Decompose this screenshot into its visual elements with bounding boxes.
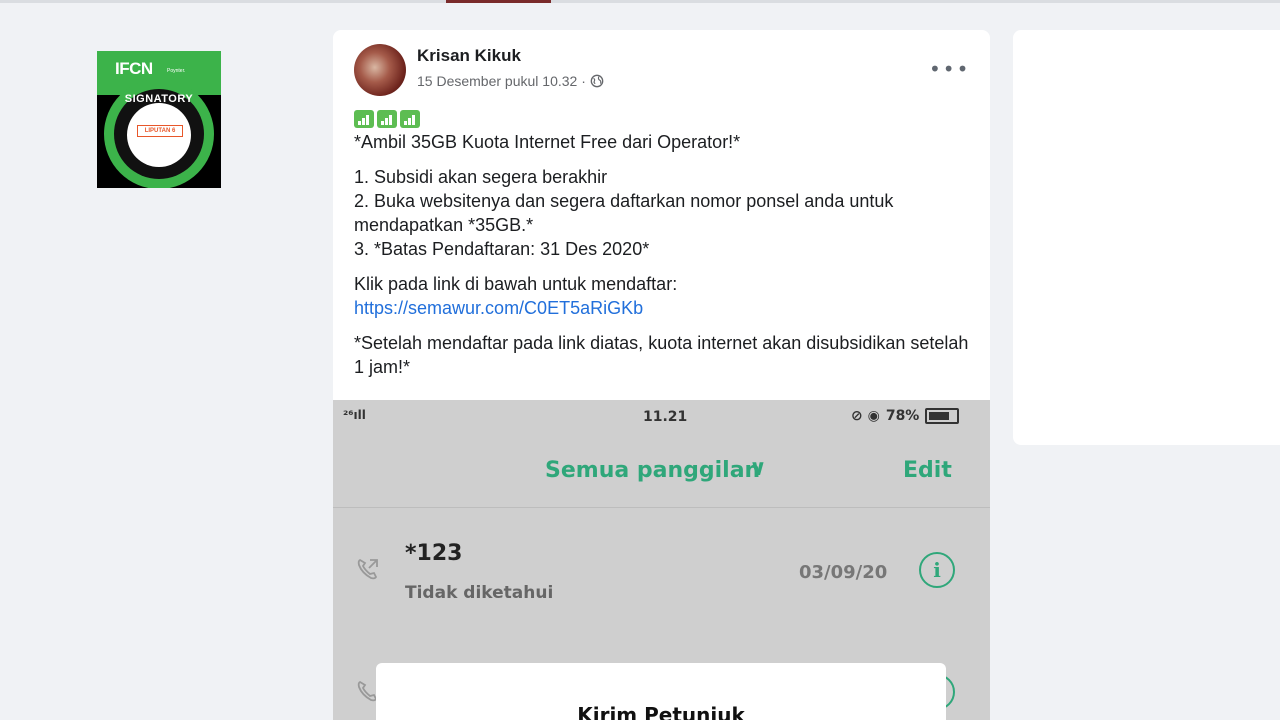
post-line: 1. Subsidi akan segera berakhir — [354, 167, 608, 187]
battery-icon — [925, 408, 960, 424]
signal-bar-emoji — [377, 110, 397, 128]
divider — [333, 507, 990, 508]
post-paragraph: *Setelah mendaftar pada link diatas, kuo… — [354, 331, 974, 379]
dialog-title: Kirim Petunjuk — [577, 703, 745, 720]
signal-icon: ²⁶ıll — [343, 408, 366, 422]
top-border — [0, 0, 1280, 3]
phone-time: 11.21 — [643, 409, 688, 425]
post-paragraph: 1. Subsidi akan segera berakhir 2. Buka … — [354, 165, 974, 261]
post-card: Krisan Kikuk 15 Desember pukul 10.32 · •… — [333, 30, 990, 720]
post-line: Klik pada link di bawah untuk mendaftar: — [354, 274, 678, 294]
badge-sub: Poynter. — [167, 68, 186, 74]
status-icons: ⊘ ◉ — [851, 408, 880, 424]
emoji-row — [354, 110, 974, 130]
status-right: ⊘ ◉ 78% — [851, 408, 960, 424]
liputan6-logo: LIPUTAN 6 — [137, 125, 183, 137]
post-meta: 15 Desember pukul 10.32 · — [417, 73, 604, 89]
calls-header-title: Semua panggilan — [545, 458, 761, 483]
signal-bar-emoji — [400, 110, 420, 128]
post-image[interactable]: ²⁶ıll 11.21 ⊘ ◉ 78% Semua panggilan ∨ Ed… — [333, 400, 990, 720]
post-body: *Ambil 35GB Kuota Internet Free dari Ope… — [354, 110, 974, 390]
call-date: 03/09/20 — [799, 562, 888, 583]
post-paragraph: Klik pada link di bawah untuk mendaftar:… — [354, 272, 974, 320]
author-name[interactable]: Krisan Kikuk — [417, 46, 521, 66]
chevron-down-icon: ∨ — [749, 456, 767, 481]
call-status: Tidak diketahui — [405, 583, 554, 603]
send-hint-dialog: Kirim Petunjuk — [376, 663, 946, 720]
post-paragraph: *Ambil 35GB Kuota Internet Free dari Ope… — [354, 130, 974, 154]
post-line: *Ambil 35GB Kuota Internet Free dari Ope… — [354, 132, 741, 152]
signal-bar-emoji — [354, 110, 374, 128]
post-line: *Setelah mendaftar pada link diatas, kuo… — [354, 333, 969, 377]
post-line: 2. Buka websitenya dan segera daftarkan … — [354, 191, 894, 235]
call-number: *123 — [405, 541, 463, 566]
badge-brand: IFCN — [115, 59, 153, 78]
phone-call-icon — [357, 558, 378, 580]
registration-link[interactable]: https://semawur.com/C0ET5aRiGKb — [354, 298, 643, 318]
ifcn-signatory-badge: IFCN Poynter. SIGNATORY LIPUTAN 6 — [97, 51, 221, 188]
side-panel — [1013, 30, 1280, 445]
globe-icon — [590, 74, 604, 88]
battery-percent: 78% — [885, 408, 920, 424]
edit-button: Edit — [903, 458, 952, 483]
post-line: 3. *Batas Pendaftaran: 31 Des 2020* — [354, 239, 650, 259]
badge-ring-text: SIGNATORY — [124, 93, 194, 105]
phone-status-bar: ²⁶ıll 11.21 ⊘ ◉ 78% — [333, 400, 990, 434]
more-options-button[interactable]: ••• — [929, 54, 968, 84]
info-icon: i — [919, 552, 955, 588]
active-tab-indicator — [446, 0, 551, 3]
author-avatar[interactable] — [354, 44, 406, 96]
post-timestamp[interactable]: 15 Desember pukul 10.32 · — [417, 73, 586, 89]
